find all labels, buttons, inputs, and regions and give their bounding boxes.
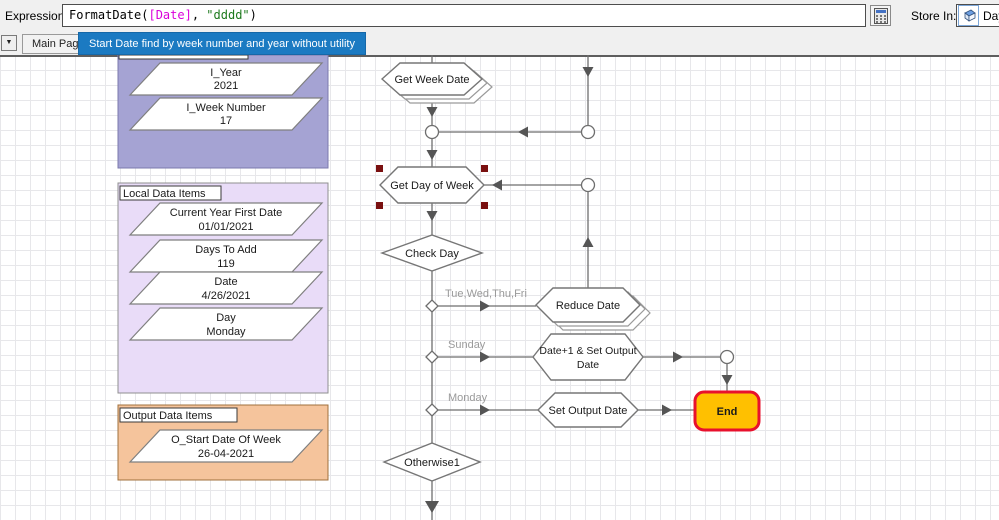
output-block-label: Output Data Items xyxy=(119,407,238,423)
svg-text:I_Year: I_Year xyxy=(210,67,242,79)
expression-close: ) xyxy=(249,8,257,22)
svg-text:Get Week Date: Get Week Date xyxy=(395,74,470,86)
decision-check-day[interactable]: Check Day xyxy=(379,234,485,272)
expression-function: FormatDate( xyxy=(69,8,149,22)
page-tab-bar: ▼ Main Page Start Date find by week numb… xyxy=(0,32,999,55)
data-item[interactable]: I_Week Number 17 xyxy=(128,97,324,131)
input-block-label-clipped xyxy=(118,55,249,60)
svg-text:Otherwise1: Otherwise1 xyxy=(404,457,460,469)
svg-text:01/01/2021: 01/01/2021 xyxy=(198,221,253,233)
branch-label-tue-fri: Tue,Wed,Thu,Fri xyxy=(445,288,527,300)
action-date-plus1-set-output-date[interactable]: Date+1 & Set Output Date xyxy=(532,333,644,381)
svg-text:Reduce Date: Reduce Date xyxy=(556,300,620,312)
data-item[interactable]: Days To Add 119 xyxy=(128,239,324,273)
svg-text:17: 17 xyxy=(220,115,232,127)
store-in-field[interactable]: Day xyxy=(956,4,999,27)
data-item[interactable]: O_Start Date Of Week 26-04-2021 xyxy=(128,429,324,463)
svg-text:Local Data Items: Local Data Items xyxy=(123,188,206,200)
svg-text:I_Week Number: I_Week Number xyxy=(186,102,266,114)
svg-text:Day: Day xyxy=(216,312,236,324)
calculator-icon xyxy=(873,7,888,24)
svg-text:Set Output Date: Set Output Date xyxy=(549,405,628,417)
svg-text:Days To Add: Days To Add xyxy=(195,244,257,256)
svg-text:Output Data Items: Output Data Items xyxy=(123,410,213,422)
output-data-block[interactable]: Output Data Items O_Start Date Of Week 2… xyxy=(117,404,329,481)
data-item-eraser-icon xyxy=(958,5,979,26)
tab-start-date-page[interactable]: Start Date find by week number and year … xyxy=(78,32,366,55)
branch-label-sunday: Sunday xyxy=(448,339,486,351)
svg-text:Date+1 & Set Output: Date+1 & Set Output xyxy=(539,345,636,357)
process-diagram-canvas[interactable]: I_Year 2021 I_Week Number 17 Local Data … xyxy=(0,55,999,520)
svg-text:119: 119 xyxy=(217,258,235,270)
svg-text:Get Day of Week: Get Day of Week xyxy=(390,180,474,192)
decision-otherwise[interactable]: Otherwise1 xyxy=(382,442,482,482)
tab-dropdown-button[interactable]: ▼ xyxy=(1,35,17,51)
page-ref-get-week-date[interactable]: Get Week Date xyxy=(380,62,493,104)
svg-text:Monday: Monday xyxy=(206,326,246,338)
store-in-value: Day xyxy=(983,8,999,23)
data-item[interactable]: Current Year First Date 01/01/2021 xyxy=(128,202,324,236)
svg-text:Check Day: Check Day xyxy=(405,248,459,260)
local-block-label: Local Data Items xyxy=(119,185,222,201)
expression-editor-button[interactable] xyxy=(870,5,891,26)
action-get-day-of-week[interactable]: Get Day of Week xyxy=(379,166,485,204)
end-node[interactable]: End xyxy=(693,390,761,432)
svg-text:End: End xyxy=(717,406,738,418)
expression-string: "dddd" xyxy=(206,8,250,22)
svg-text:Date: Date xyxy=(214,276,237,288)
branch-label-monday: Monday xyxy=(448,392,488,404)
expression-separator: , xyxy=(191,8,207,22)
expression-data-item: [Date] xyxy=(148,8,192,22)
data-item[interactable]: Date 4/26/2021 xyxy=(128,271,324,305)
svg-text:O_Start Date Of Week: O_Start Date Of Week xyxy=(171,434,281,446)
expression-input[interactable]: FormatDate([Date], "dddd") xyxy=(62,4,866,27)
process-studio-window: Expression: FormatDate([Date], "dddd") S… xyxy=(0,0,999,520)
local-data-block[interactable]: Local Data Items Current Year First Date… xyxy=(117,182,329,394)
expression-label: Expression: xyxy=(5,9,68,23)
svg-text:Date: Date xyxy=(577,359,599,371)
svg-text:26-04-2021: 26-04-2021 xyxy=(198,448,254,460)
data-item[interactable]: I_Year 2021 xyxy=(128,62,324,96)
action-set-output-date[interactable]: Set Output Date xyxy=(537,392,639,428)
svg-text:Current Year First Date: Current Year First Date xyxy=(170,207,283,219)
input-data-block[interactable]: I_Year 2021 I_Week Number 17 xyxy=(117,55,329,169)
data-item[interactable]: Day Monday xyxy=(128,307,324,341)
svg-text:2021: 2021 xyxy=(214,80,238,92)
page-ref-reduce-date[interactable]: Reduce Date xyxy=(535,287,651,331)
store-in-label: Store In: xyxy=(911,9,957,23)
svg-text:4/26/2021: 4/26/2021 xyxy=(202,290,251,302)
